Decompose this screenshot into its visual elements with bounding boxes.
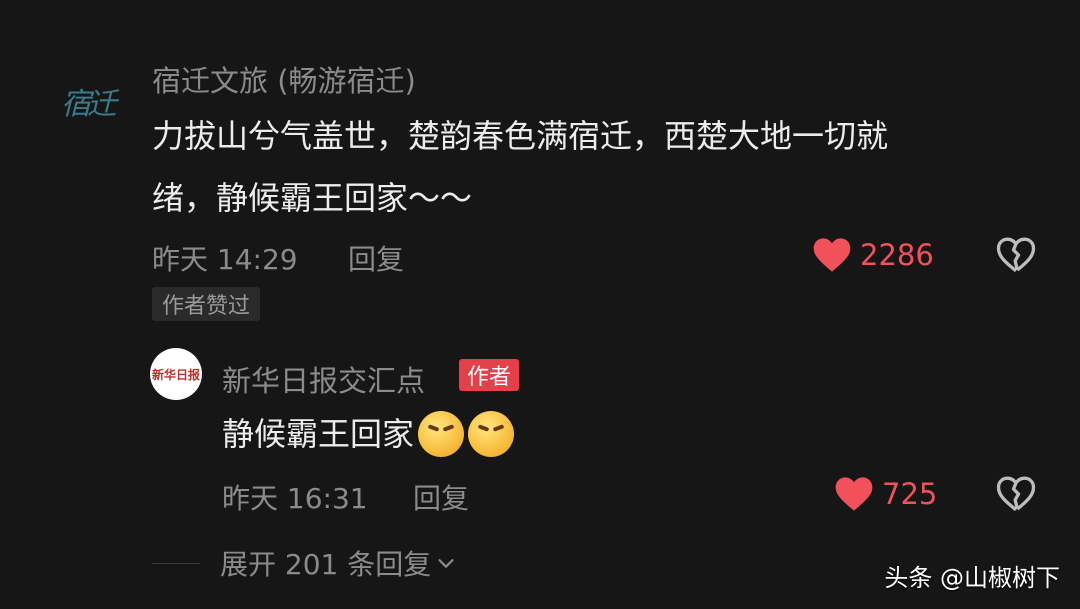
heart-icon	[813, 238, 851, 272]
author-liked-tag: 作者赞过	[152, 287, 261, 321]
expand-replies-label: 展开 201 条回复	[220, 548, 432, 581]
heart-icon	[835, 477, 873, 511]
reply-dislike-button[interactable]	[996, 475, 1036, 517]
reply-button[interactable]: 回复	[348, 238, 404, 278]
reply-like-button[interactable]: 725	[834, 475, 937, 513]
chevron-down-icon	[438, 559, 454, 568]
reply-text-row: 静候霸王回家	[222, 404, 515, 464]
reply-username[interactable]: 新华日报交汇点	[222, 358, 425, 400]
avatar[interactable]: 宿迁	[46, 66, 128, 136]
author-badge: 作者	[459, 359, 520, 391]
expand-replies-button[interactable]: 展开 201 条回复	[220, 543, 457, 583]
reply-time: 昨天 16:31	[222, 482, 368, 515]
watermark: 头条 @山椒树下	[884, 564, 1060, 592]
broken-heart-icon	[996, 476, 1036, 512]
smirk-emoji-icon	[468, 411, 515, 457]
reply-reply-button[interactable]: 回复	[413, 477, 469, 517]
comment-username[interactable]: 宿迁文旅 (畅游宿迁)	[152, 58, 416, 100]
reply-avatar[interactable]: 新华日报	[150, 348, 202, 400]
like-count: 2286	[860, 238, 934, 272]
like-button[interactable]: 2286	[812, 236, 934, 274]
broken-heart-icon	[996, 237, 1036, 273]
reply-avatar-text: 新华日报	[151, 367, 200, 382]
comment-text-line2: 绪，静候霸王回家～～	[152, 179, 473, 217]
smirk-emoji-icon	[418, 411, 465, 457]
reply-text: 静候霸王回家	[222, 415, 415, 453]
dislike-button[interactable]	[996, 236, 1036, 278]
comment-time: 昨天 14:29	[152, 243, 298, 276]
avatar-logo-text: 宿迁	[61, 87, 117, 122]
expand-divider	[152, 563, 200, 564]
reply-like-count: 725	[882, 477, 938, 511]
comment-text-line1: 力拔山兮气盖世，楚韵春色满宿迁，西楚大地一切就	[152, 117, 889, 155]
